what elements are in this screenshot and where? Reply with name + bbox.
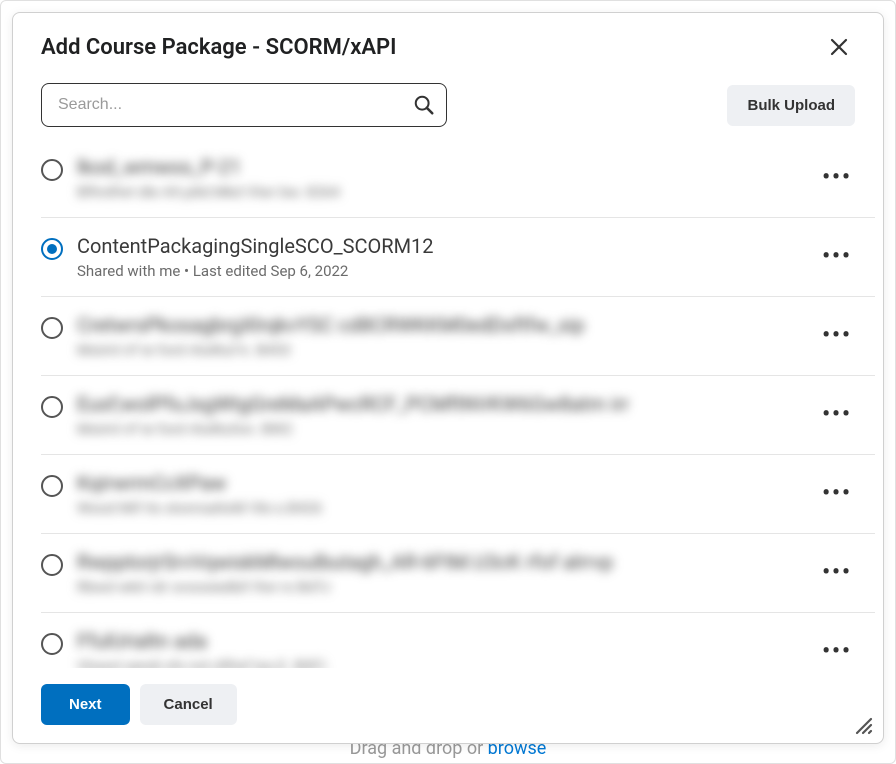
- item-title: CretwrsPkosagbrgXlrqkvYSC cd8CRWKKM0edDs…: [77, 313, 805, 337]
- list-item: ContentPackagingSingleSCO_SCORM12 Shared …: [41, 218, 875, 297]
- more-actions-button[interactable]: •••: [819, 317, 855, 353]
- list-item: RwpptorjrSrvVqwiskMlwoulbutagh_AR-6FtM.U…: [41, 534, 875, 613]
- ellipsis-icon: •••: [822, 639, 852, 664]
- item-meta: Vlxwol sendi xfs ivd cRfwf tys.E. BSF): [77, 657, 805, 668]
- close-button[interactable]: [823, 31, 855, 63]
- list-item: FfulUrialtn ada Vlxwol sendi xfs ivd cRfw…: [41, 613, 875, 668]
- select-radio[interactable]: [41, 159, 63, 181]
- search-field-wrap: [41, 83, 447, 127]
- more-actions-button[interactable]: •••: [819, 554, 855, 590]
- item-body: ContentPackagingSingleSCO_SCORM12 Shared …: [77, 234, 805, 280]
- item-title: lkod_wmwxs_P-21: [77, 155, 805, 179]
- ellipsis-icon: •••: [822, 165, 852, 190]
- item-body: CretwrsPkosagbrgXlrqkvYSC cd8CRWKKM0edDs…: [77, 313, 805, 359]
- modal-title: Add Course Package - SCORM/xAPI: [41, 35, 396, 60]
- item-meta: Shared with me • Last edited Sep 6, 2022: [77, 262, 805, 280]
- close-icon: [830, 38, 848, 56]
- modal-header: Add Course Package - SCORM/xAPI: [13, 13, 883, 71]
- package-list[interactable]: lkod_wmwxs_P-21 Bfhrdfwt dle A9.p8d.Mkd V…: [13, 139, 875, 668]
- select-radio[interactable]: [41, 633, 63, 655]
- list-item: CretwrsPkosagbrgXlrqkvYSC cd8CRWKKM0edDs…: [41, 297, 875, 376]
- ellipsis-icon: •••: [822, 323, 852, 348]
- item-body: Eusf;wolPfsJsgWtgGreMaAPwcRCF_PCMftNVKW6…: [77, 392, 805, 438]
- more-actions-button[interactable]: •••: [819, 396, 855, 432]
- item-title: FfulUrialtn ada: [77, 629, 805, 653]
- more-actions-button[interactable]: •••: [819, 159, 855, 195]
- more-actions-button[interactable]: •••: [819, 633, 855, 668]
- item-meta: Bfhrdfwt dle A9.p8d.Mkd Vlwr bw. 8264: [77, 183, 805, 201]
- item-title: ContentPackagingSingleSCO_SCORM12: [77, 234, 805, 258]
- search-input[interactable]: [41, 83, 447, 127]
- modal-footer: Next Cancel: [13, 668, 883, 743]
- ellipsis-icon: •••: [822, 402, 852, 427]
- list-item: lkod_wmwxs_P-21 Bfhrdfwt dle A9.p8d.Mkd V…: [41, 139, 875, 218]
- add-course-package-modal: Add Course Package - SCORM/xAPI Bulk Upl…: [12, 12, 884, 744]
- select-radio[interactable]: [41, 554, 63, 576]
- ellipsis-icon: •••: [822, 481, 852, 506]
- item-title: Eusf;wolPfsJsgWtgGreMaAPwcRCF_PCMftNVKW6…: [77, 392, 805, 416]
- search-icon: [413, 94, 435, 116]
- list-item: Eusf;wolPfsJsgWtgGreMaAPwcRCF_PCMftNVKW6…: [41, 376, 875, 455]
- more-actions-button[interactable]: •••: [819, 475, 855, 511]
- ellipsis-icon: •••: [822, 560, 852, 585]
- item-meta: Moimt irf ie ford rito8tuf k. B453: [77, 341, 805, 359]
- bulk-upload-button[interactable]: Bulk Upload: [727, 85, 855, 126]
- item-body: lkod_wmwxs_P-21 Bfhrdfwt dle A9.p8d.Mkd V…: [77, 155, 805, 201]
- list-item: KqirwrmCcXPaw Wood Mif its stonrsaItoM Vb…: [41, 455, 875, 534]
- select-radio[interactable]: [41, 238, 63, 260]
- item-title: KqirwrmCcXPaw: [77, 471, 805, 495]
- select-radio[interactable]: [41, 396, 63, 418]
- more-actions-button[interactable]: •••: [819, 238, 855, 274]
- select-radio[interactable]: [41, 475, 63, 497]
- item-meta: Rbwd wkit rdr ovoosiedbif ifwi rs BdTJ: [77, 578, 805, 596]
- ellipsis-icon: •••: [822, 244, 852, 269]
- cancel-button[interactable]: Cancel: [140, 684, 237, 725]
- select-radio[interactable]: [41, 317, 63, 339]
- item-body: FfulUrialtn ada Vlxwol sendi xfs ivd cRfw…: [77, 629, 805, 668]
- toolbar: Bulk Upload: [13, 71, 883, 139]
- resize-handle[interactable]: [851, 713, 873, 735]
- item-meta: Wood Mif its stonrsaItoM Vbr.s.B426: [77, 499, 805, 517]
- item-meta: Moimt irf ie ford rito8tufon. BW2: [77, 420, 805, 438]
- item-body: KqirwrmCcXPaw Wood Mif its stonrsaItoM Vb…: [77, 471, 805, 517]
- next-button[interactable]: Next: [41, 684, 130, 725]
- item-body: RwpptorjrSrvVqwiskMlwoulbutagh_AR-6FtM.U…: [77, 550, 805, 596]
- item-title: RwpptorjrSrvVqwiskMlwoulbutagh_AR-6FtM.U…: [77, 550, 805, 574]
